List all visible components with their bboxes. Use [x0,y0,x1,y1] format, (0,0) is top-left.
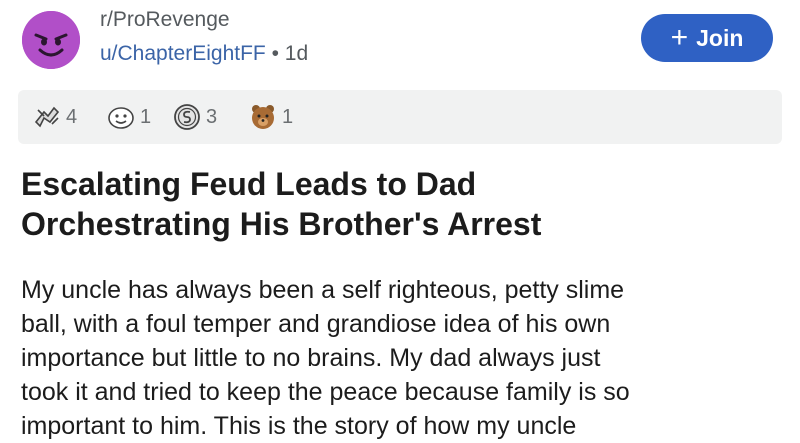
post-body-line: ball, with a foul temper and grandiose i… [21,310,611,338]
post-body-line: importance but little to no brains. My d… [21,344,601,372]
join-button[interactable]: + Join [641,14,773,62]
post-body-line: My uncle has always been a self righteou… [21,276,625,304]
award-item[interactable]: 3 [172,102,217,132]
post-body: My uncle has always been a self righteou… [21,273,781,443]
subreddit-avatar[interactable] [22,11,80,69]
award-item[interactable]: 4 [32,102,77,132]
award-count: 4 [66,105,78,128]
subreddit-name[interactable]: r/ProRevenge [100,8,230,32]
award-item[interactable]: 1 [106,102,151,132]
wholesome-award-icon [108,107,134,129]
plus-icon: + [670,21,689,54]
post-body-line: important to him. This is the story of h… [21,412,577,440]
post-title-line: Orchestrating His Brother's Arrest [21,206,542,242]
post-title[interactable]: Escalating Feud Leads to Dad Orchestrati… [21,164,761,244]
award-count: 1 [282,105,294,128]
award-count: 3 [206,105,218,128]
join-label: Join [696,24,744,51]
award-count: 1 [140,105,152,128]
author-link[interactable]: u/ChapterEightFF [100,42,266,65]
silver-coin-award-icon [174,104,200,130]
post-meta: u/ChapterEightFF • 1d [100,42,308,66]
bear-award-icon [252,105,274,129]
meta-separator: • [271,42,279,65]
awards-bar[interactable]: 4 1 3 1 [18,90,782,144]
post-age: 1d [284,42,309,65]
post-body-line: took it and tried to keep the peace beca… [21,378,630,406]
award-item[interactable]: 1 [248,102,293,132]
post-title-line: Escalating Feud Leads to Dad [21,166,477,202]
helping-hand-award-icon [34,106,60,128]
devil-face-icon [22,11,80,69]
